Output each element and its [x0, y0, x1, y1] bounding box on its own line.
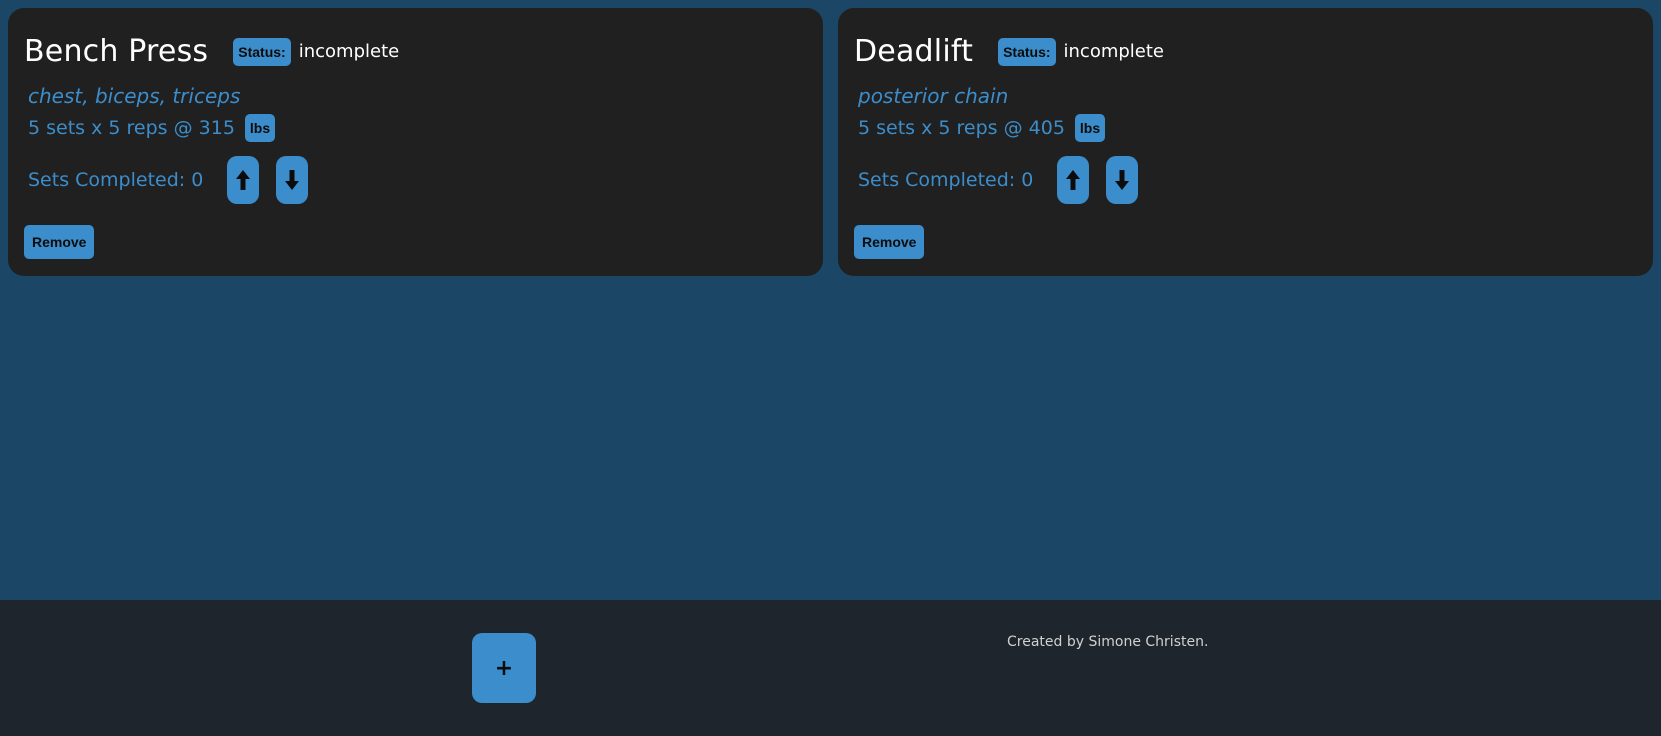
status-label-badge: Status: [998, 38, 1056, 66]
exercise-list: Bench Press Status: incomplete chest, bi… [0, 0, 1661, 600]
exercise-name: Bench Press [24, 34, 209, 69]
arrow-down-icon [1115, 170, 1130, 190]
sets-reps-weight: 5 sets x 5 reps @ 315 lbs [28, 112, 276, 144]
unit-badge: lbs [1074, 114, 1106, 142]
credit-text: Created by Simone Christen. [1007, 634, 1209, 650]
muscle-groups: posterior chain [858, 84, 1009, 108]
sets-reps-weight: 5 sets x 5 reps @ 405 lbs [858, 112, 1106, 144]
remove-button[interactable]: Remove [854, 225, 925, 259]
completed-row: Sets Completed: 0 [858, 156, 1155, 204]
increment-sets-button[interactable] [227, 156, 260, 204]
card-header: Deadlift Status: incomplete [854, 28, 1164, 76]
completed-row: Sets Completed: 0 [28, 156, 325, 204]
add-exercise-button[interactable]: + [472, 633, 536, 703]
decrement-sets-button[interactable] [276, 156, 309, 204]
footer: + Created by Simone Christen. [0, 600, 1661, 736]
app-page: Bench Press Status: incomplete chest, bi… [0, 0, 1661, 736]
increment-sets-button[interactable] [1057, 156, 1090, 204]
remove-button[interactable]: Remove [24, 225, 95, 259]
arrow-up-icon [1066, 170, 1081, 190]
unit-badge: lbs [244, 114, 276, 142]
sets-reps-text: 5 sets x 5 reps @ 315 [28, 117, 235, 139]
exercise-card: Deadlift Status: incomplete posterior ch… [838, 8, 1653, 276]
arrow-down-icon [285, 170, 300, 190]
sets-completed-text: Sets Completed: 0 [28, 169, 204, 191]
status-value: incomplete [298, 41, 400, 62]
status-label-badge: Status: [233, 38, 291, 66]
card-header: Bench Press Status: incomplete [24, 28, 399, 76]
decrement-sets-button[interactable] [1106, 156, 1139, 204]
status-value: incomplete [1063, 41, 1165, 62]
exercise-name: Deadlift [854, 34, 974, 69]
muscle-groups: chest, biceps, triceps [28, 84, 241, 108]
exercise-card: Bench Press Status: incomplete chest, bi… [8, 8, 823, 276]
sets-completed-text: Sets Completed: 0 [858, 169, 1034, 191]
arrow-up-icon [236, 170, 251, 190]
sets-reps-text: 5 sets x 5 reps @ 405 [858, 117, 1065, 139]
